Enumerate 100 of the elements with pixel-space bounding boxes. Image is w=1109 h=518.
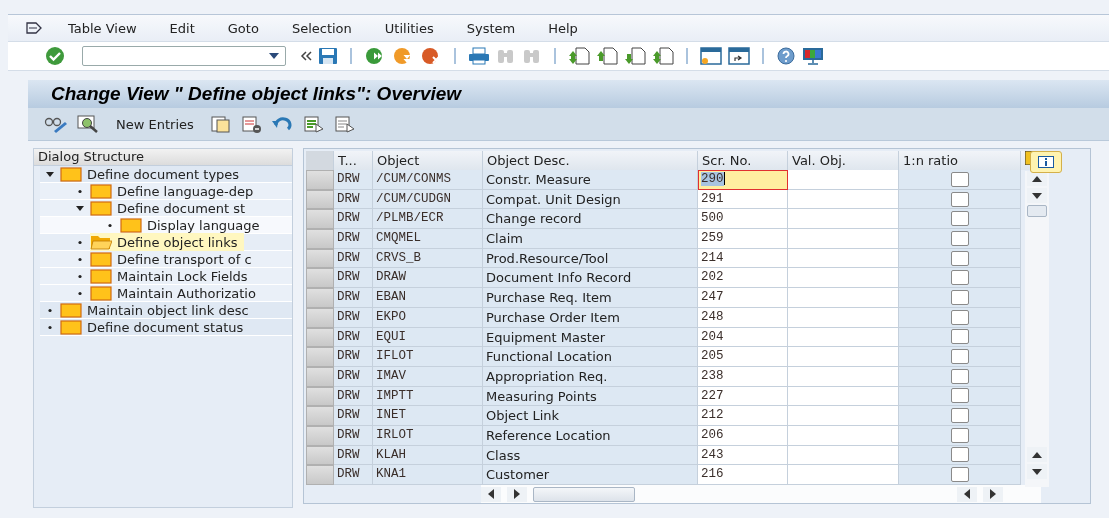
input-field[interactable]	[788, 268, 899, 289]
checkbox[interactable]	[950, 309, 969, 325]
checkbox[interactable]	[950, 388, 969, 404]
input-field[interactable]	[788, 229, 899, 249]
next-page-icon[interactable]	[624, 47, 646, 65]
input-field[interactable]	[788, 406, 899, 426]
left-arrow-icon[interactable]	[963, 489, 971, 499]
checkbox[interactable]	[950, 467, 969, 483]
input-field[interactable]	[788, 465, 899, 485]
checkbox[interactable]	[950, 408, 969, 424]
menu-icon[interactable]	[26, 22, 42, 34]
input-field[interactable]: 247	[698, 288, 788, 308]
scrollbar-thumb[interactable]	[1027, 205, 1047, 217]
column-header[interactable]: Val. Obj.	[788, 151, 899, 170]
input-field[interactable]: 205	[698, 347, 788, 367]
menu-item[interactable]: System	[466, 20, 516, 36]
checkbox[interactable]	[950, 447, 969, 463]
checkbox[interactable]	[950, 368, 969, 384]
input-field[interactable]	[788, 366, 899, 387]
input-field[interactable]: 259	[698, 229, 788, 249]
input-field[interactable]: 216	[698, 465, 788, 485]
checkbox[interactable]	[950, 427, 969, 443]
input-field[interactable]	[788, 307, 899, 328]
input-field[interactable]: 290	[698, 170, 788, 190]
checkbox[interactable]	[950, 329, 969, 345]
column-header[interactable]: 1:n ratio	[899, 151, 1021, 170]
input-field[interactable]: 227	[698, 386, 788, 407]
input-field[interactable]	[788, 445, 899, 466]
magnifier-icon[interactable]	[77, 115, 99, 133]
checkbox[interactable]	[950, 349, 969, 365]
scroll-left-button[interactable]	[481, 486, 501, 502]
up-arrow-icon[interactable]	[1032, 175, 1042, 182]
print-icon[interactable]	[468, 47, 490, 65]
column-header[interactable]: Scr. No.	[698, 151, 788, 170]
scroll-up-button[interactable]	[1027, 171, 1047, 186]
checkbox[interactable]	[950, 250, 969, 266]
previous-page-icon[interactable]	[596, 47, 618, 65]
checkbox[interactable]	[950, 171, 969, 187]
right-arrow-icon[interactable]	[513, 489, 521, 499]
menu-item[interactable]: Help	[548, 20, 578, 36]
save-icon[interactable]	[318, 47, 338, 65]
undo-icon[interactable]	[270, 115, 293, 133]
delete-icon[interactable]	[239, 115, 262, 133]
confirm-icon[interactable]	[44, 46, 66, 66]
right-arrow-icon[interactable]	[989, 489, 997, 499]
up-arrow-icon[interactable]	[1032, 451, 1042, 458]
tree-node[interactable]: Define object links	[90, 233, 244, 251]
input-field[interactable]: 243	[698, 445, 788, 466]
input-field[interactable]	[788, 189, 899, 210]
vertical-scrollbar[interactable]	[1025, 171, 1049, 487]
new-entries-button[interactable]: New Entries	[116, 116, 194, 132]
dropdown-arrow-icon[interactable]	[269, 53, 279, 59]
input-field[interactable]	[788, 248, 899, 269]
deselect-all-icon[interactable]	[332, 115, 355, 133]
expanded-arrow-icon[interactable]	[45, 169, 55, 179]
menu-item[interactable]: Selection	[291, 20, 352, 36]
checkbox[interactable]	[950, 191, 969, 207]
scroll-up-button[interactable]	[1027, 447, 1047, 462]
info-button[interactable]	[1030, 151, 1062, 173]
menu-item[interactable]: Edit	[169, 20, 195, 36]
checkbox[interactable]	[950, 211, 969, 227]
double-chevron-icon[interactable]	[300, 51, 312, 61]
down-arrow-icon[interactable]	[1032, 468, 1042, 475]
input-field[interactable]: 238	[698, 366, 788, 387]
input-field[interactable]: 248	[698, 307, 788, 328]
shortcut-icon[interactable]	[728, 47, 750, 65]
input-field[interactable]	[788, 170, 899, 190]
last-page-icon[interactable]	[652, 47, 674, 65]
input-field[interactable]	[788, 327, 899, 348]
help-icon[interactable]	[776, 47, 796, 65]
column-header[interactable]: T...	[334, 151, 373, 170]
column-header[interactable]: Object Desc.	[483, 151, 698, 170]
menu-item[interactable]: Utilities	[384, 20, 434, 36]
checkbox[interactable]	[950, 270, 969, 286]
input-field[interactable]	[788, 288, 899, 308]
input-field[interactable]	[788, 386, 899, 407]
horizontal-scrollbar[interactable]	[481, 485, 1041, 503]
scrollbar-thumb[interactable]	[533, 486, 635, 502]
new-window-icon[interactable]	[700, 47, 722, 65]
input-field[interactable]	[788, 425, 899, 446]
input-field[interactable]: 214	[698, 248, 788, 269]
input-field[interactable]: 212	[698, 406, 788, 426]
checkbox[interactable]	[950, 230, 969, 246]
scroll-right-button[interactable]	[983, 486, 1003, 502]
scroll-left-button[interactable]	[957, 486, 977, 502]
glasses-pencil-icon[interactable]	[44, 115, 68, 133]
input-field[interactable]	[788, 347, 899, 367]
select-all-icon[interactable]	[301, 115, 324, 133]
menu-item[interactable]: Table View	[68, 20, 137, 36]
scroll-down-button[interactable]	[1027, 464, 1047, 479]
input-field[interactable]: 204	[698, 327, 788, 348]
down-arrow-icon[interactable]	[1032, 192, 1042, 199]
scroll-down-button[interactable]	[1027, 188, 1047, 203]
column-header[interactable]: Object	[373, 151, 483, 170]
input-field[interactable]: 500	[698, 209, 788, 230]
monitor-icon[interactable]	[802, 47, 824, 65]
menu-item[interactable]: Goto	[227, 20, 259, 36]
scroll-right-button[interactable]	[507, 486, 527, 502]
input-field[interactable]: 291	[698, 189, 788, 210]
input-field[interactable]	[788, 209, 899, 230]
